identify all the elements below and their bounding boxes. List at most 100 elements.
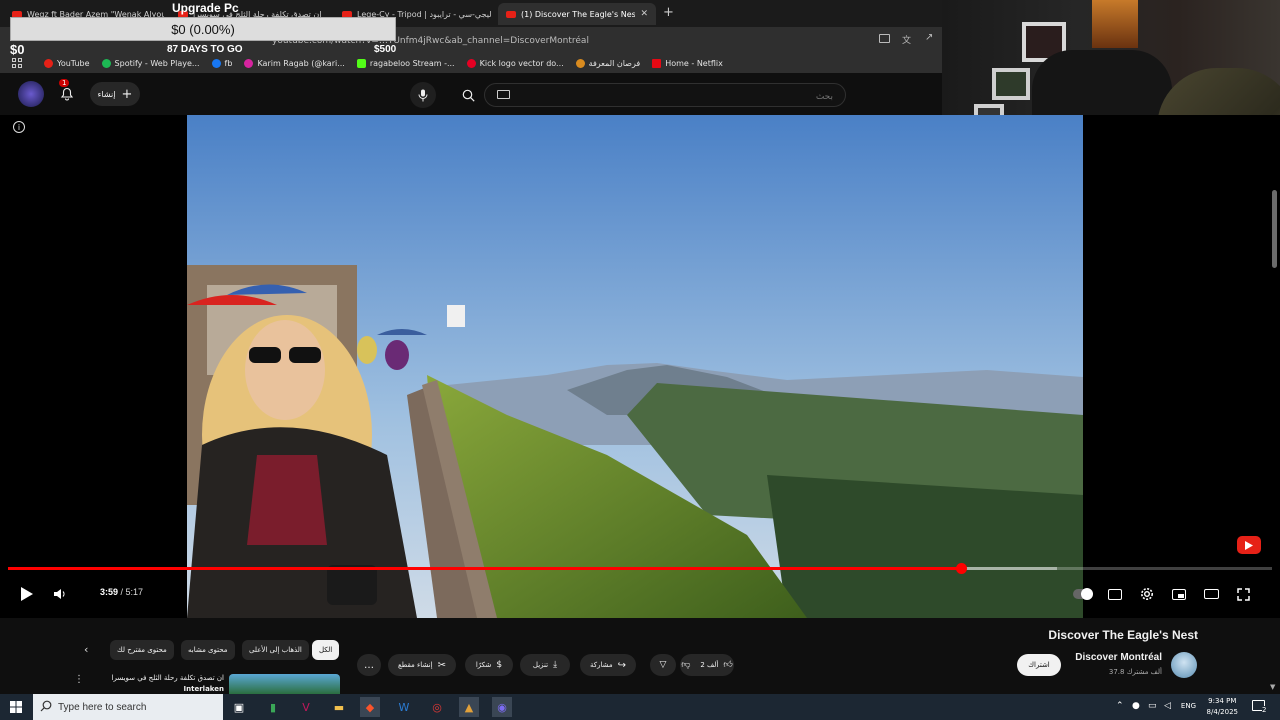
plus-icon: +: [121, 86, 133, 102]
video-player[interactable]: i: [0, 115, 1280, 618]
clip-button[interactable]: إنشاء مقطع ✂: [388, 654, 456, 676]
microphone-icon: [418, 89, 428, 101]
video-progress-bar[interactable]: [8, 563, 1272, 574]
search-box: [484, 83, 846, 108]
windows-start-button[interactable]: [6, 697, 26, 717]
bookmark-knowledge[interactable]: فرصان المعرفة: [575, 58, 640, 68]
bell-icon: [60, 87, 74, 101]
new-tab-button[interactable]: +: [663, 5, 674, 20]
microphone-tray-icon[interactable]: ●: [1132, 701, 1140, 711]
related-video-subtitle: Interlaken: [183, 685, 224, 693]
chrome-app-icon[interactable]: ◎: [427, 697, 447, 717]
goal-progress-bar: $0 (0.00%): [10, 17, 396, 41]
subscriber-count: 37.8 ألف مشترك: [1108, 668, 1162, 676]
thumbs-up-icon[interactable]: 👍︎: [723, 660, 732, 670]
tray-overflow-icon[interactable]: ⌃: [1116, 701, 1124, 711]
thumbs-down-icon: ▽: [659, 660, 667, 670]
chevron-left-icon[interactable]: ‹: [84, 643, 88, 656]
autoplay-toggle[interactable]: [1072, 585, 1094, 603]
task-view-icon[interactable]: ▣: [229, 697, 249, 717]
browser-tab-active[interactable]: (1) Discover The Eagle's Nest - Yo ✕: [498, 3, 656, 25]
windows-logo-icon: [10, 701, 22, 713]
keyboard-icon[interactable]: [497, 90, 510, 99]
vegas-app-icon[interactable]: V: [296, 697, 316, 717]
youtube-watermark-icon[interactable]: [1237, 536, 1261, 554]
volume-icon: [54, 589, 65, 599]
download-icon: ⤓: [553, 660, 558, 670]
dislike-button[interactable]: ▽: [650, 654, 676, 676]
speaker-icon[interactable]: ◁: [1164, 701, 1171, 711]
language-indicator[interactable]: ENG: [1181, 702, 1196, 710]
goal-current-amount: $0: [10, 42, 25, 57]
scroll-down-arrow-icon[interactable]: ▼: [1270, 683, 1275, 691]
bookmark-netflix[interactable]: Home - Netflix: [652, 58, 723, 68]
share-icon[interactable]: ↗: [925, 32, 933, 43]
goal-target-amount: $500: [374, 44, 397, 55]
search-input[interactable]: [485, 86, 845, 108]
translate-icon[interactable]: 文: [902, 33, 911, 46]
search-button[interactable]: [455, 82, 481, 108]
search-icon: [40, 700, 52, 715]
related-video-item[interactable]: ان تصدق تكلفة رحلة الثلج في سويسرا Inter…: [100, 672, 340, 694]
taskbar-search[interactable]: Type here to search: [33, 694, 223, 720]
brave-browser-icon[interactable]: ◆: [360, 697, 380, 717]
page-scrollbar[interactable]: [1272, 190, 1277, 268]
more-actions-button[interactable]: …: [357, 654, 381, 676]
subtitles-button[interactable]: [1105, 585, 1125, 603]
played-bar: [8, 567, 962, 570]
volume-button[interactable]: [50, 585, 70, 603]
goal-days-left: 87 DAYS TO GO: [167, 44, 243, 55]
kebab-menu-icon[interactable]: ⋮: [74, 674, 84, 685]
create-button[interactable]: إنشاء +: [90, 82, 140, 106]
play-button[interactable]: [17, 585, 37, 603]
miniplayer-button[interactable]: [1169, 585, 1189, 603]
goal-title: Upgrade Pc: [172, 1, 239, 15]
file-explorer-icon[interactable]: ▬: [329, 697, 349, 717]
netflix-icon: [652, 58, 662, 68]
info-icon[interactable]: i: [13, 121, 25, 133]
theater-icon: [1203, 589, 1219, 599]
scrubber-handle[interactable]: [956, 563, 968, 574]
theater-mode-button[interactable]: [1201, 585, 1221, 603]
settings-button[interactable]: [1137, 585, 1157, 603]
youtube-header: 1 إنشاء +: [0, 73, 942, 115]
app-icon[interactable]: ▲: [459, 697, 479, 717]
word-app-icon[interactable]: W: [394, 697, 414, 717]
download-button[interactable]: تنزيل ⤓: [520, 654, 570, 676]
play-icon: [21, 587, 33, 601]
fullscreen-button[interactable]: [1233, 585, 1253, 603]
related-video-title: ان تصدق تكلفة رحلة الثلج في سويسرا: [111, 674, 224, 682]
network-icon[interactable]: ▭: [1148, 701, 1157, 711]
discord-app-icon[interactable]: ◉: [492, 697, 512, 717]
cast-icon[interactable]: [879, 34, 890, 43]
thumbs-down-icon[interactable]: 👎︎: [681, 660, 690, 670]
account-avatar[interactable]: [18, 81, 44, 107]
subscribe-button[interactable]: اشتراك: [1017, 654, 1061, 676]
bookmark-pinterest[interactable]: Kick logo vector do...: [466, 58, 564, 68]
chip-recommended[interactable]: محتوى مقترح لك: [110, 640, 174, 660]
taskbar-clock[interactable]: 9:34 PM 8/4/2025: [1207, 696, 1238, 718]
gear-icon: [1141, 588, 1153, 600]
bookmark-icon: [575, 58, 585, 68]
channel-name[interactable]: Discover Montréal: [1075, 652, 1162, 663]
close-tab-icon[interactable]: ✕: [640, 9, 648, 19]
search-icon: [462, 89, 475, 102]
thanks-icon: $: [496, 660, 503, 670]
related-video-thumbnail: [229, 674, 340, 694]
chip-go-top[interactable]: الذهاب إلى الأعلى: [242, 640, 309, 660]
video-details: Discover The Eagle's Nest Discover Montr…: [0, 618, 1280, 694]
chip-similar[interactable]: محتوى مشابه: [181, 640, 235, 660]
chip-all[interactable]: الكل: [312, 640, 340, 660]
files-app-icon[interactable]: ▮: [263, 697, 283, 717]
notification-count-badge: 1: [59, 79, 70, 87]
notifications-button[interactable]: 1: [54, 79, 80, 107]
voice-search-button[interactable]: [410, 82, 436, 108]
captions-icon: [1108, 588, 1122, 600]
channel-avatar[interactable]: [1171, 652, 1197, 678]
fullscreen-icon: [1236, 587, 1250, 601]
time-display: 3:59 / 5:17: [100, 587, 144, 597]
share-button[interactable]: مشاركة ↪: [580, 654, 636, 676]
thanks-button[interactable]: شكرًا $: [465, 654, 513, 676]
like-dislike-group[interactable]: 👎︎ 2 ألف 👍︎: [680, 654, 734, 676]
notification-count: 2: [1262, 706, 1267, 714]
